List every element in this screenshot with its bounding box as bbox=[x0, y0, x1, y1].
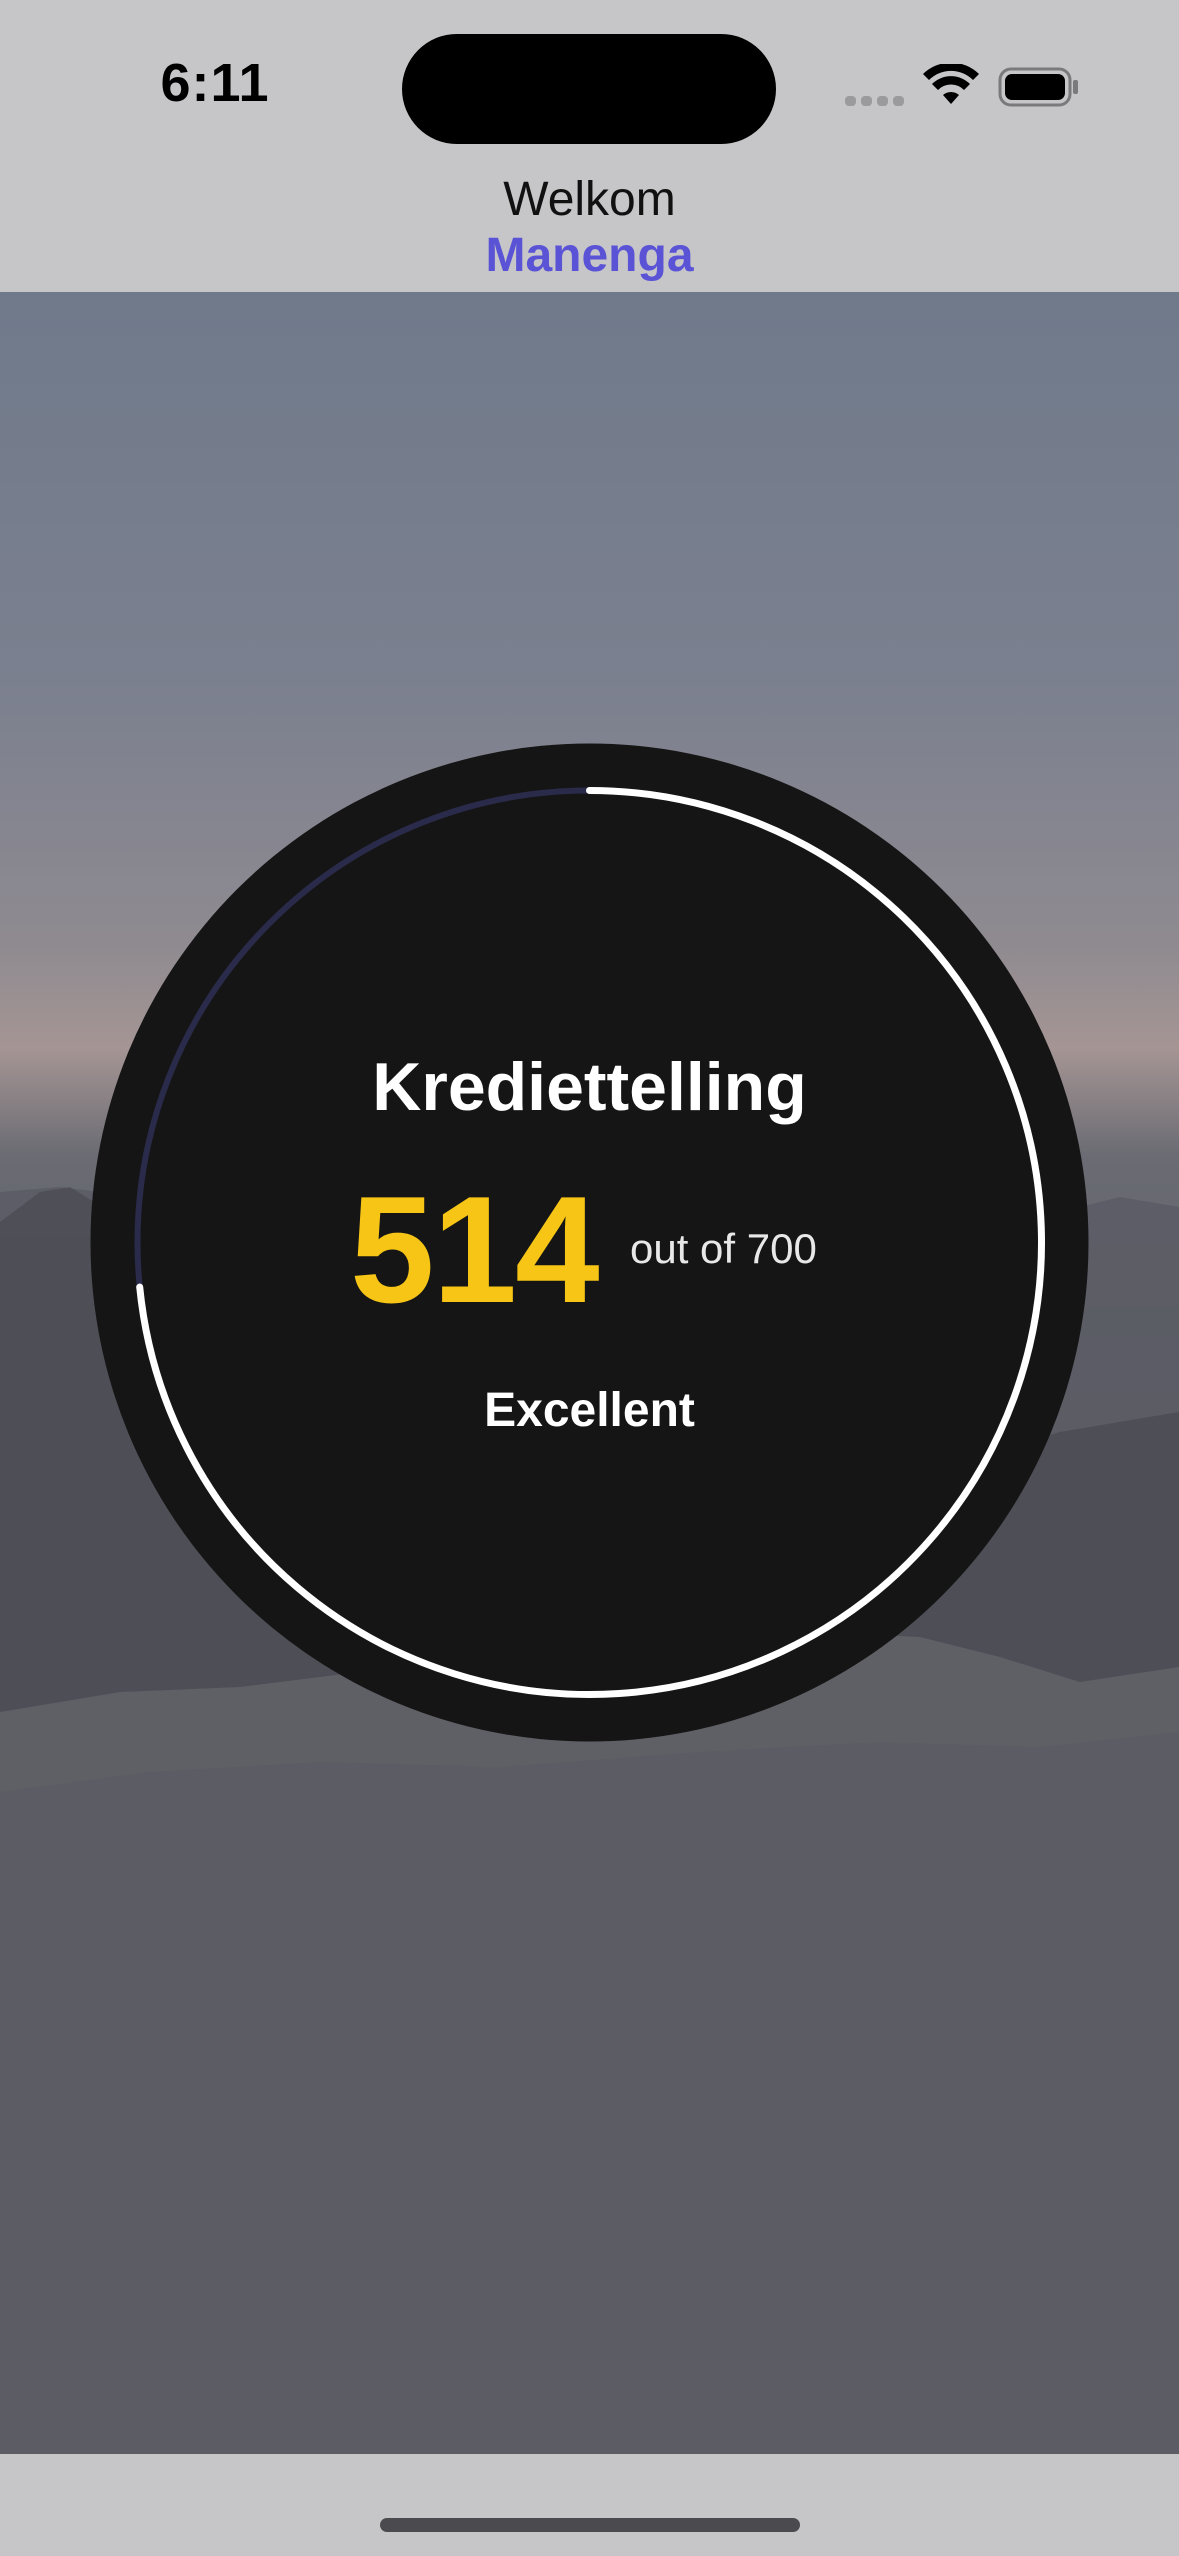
credit-score-max: out of 700 bbox=[630, 1225, 817, 1272]
score-row: 514 out of 700 bbox=[90, 1163, 1089, 1335]
signal-icon bbox=[845, 96, 905, 106]
credit-rating-label: Excellent bbox=[484, 1384, 695, 1437]
credit-score-value: 514 bbox=[350, 1165, 600, 1335]
bottom-bar bbox=[0, 2454, 1179, 2556]
home-indicator[interactable] bbox=[380, 2518, 800, 2532]
credit-score-gauge: Krediettelling 514 out of 700 Excellent bbox=[90, 743, 1089, 1742]
credit-score-title: Krediettelling bbox=[372, 1049, 807, 1125]
user-name: Manenga bbox=[485, 229, 694, 282]
welcome-header: Welkom Manenga bbox=[0, 170, 1179, 292]
battery-icon bbox=[998, 67, 1078, 107]
status-time: 6:11 bbox=[160, 53, 270, 113]
status-bar: 6:11 bbox=[0, 0, 1179, 170]
wifi-icon bbox=[923, 64, 979, 104]
dynamic-island bbox=[402, 34, 776, 144]
welcome-label: Welkom bbox=[503, 173, 676, 226]
